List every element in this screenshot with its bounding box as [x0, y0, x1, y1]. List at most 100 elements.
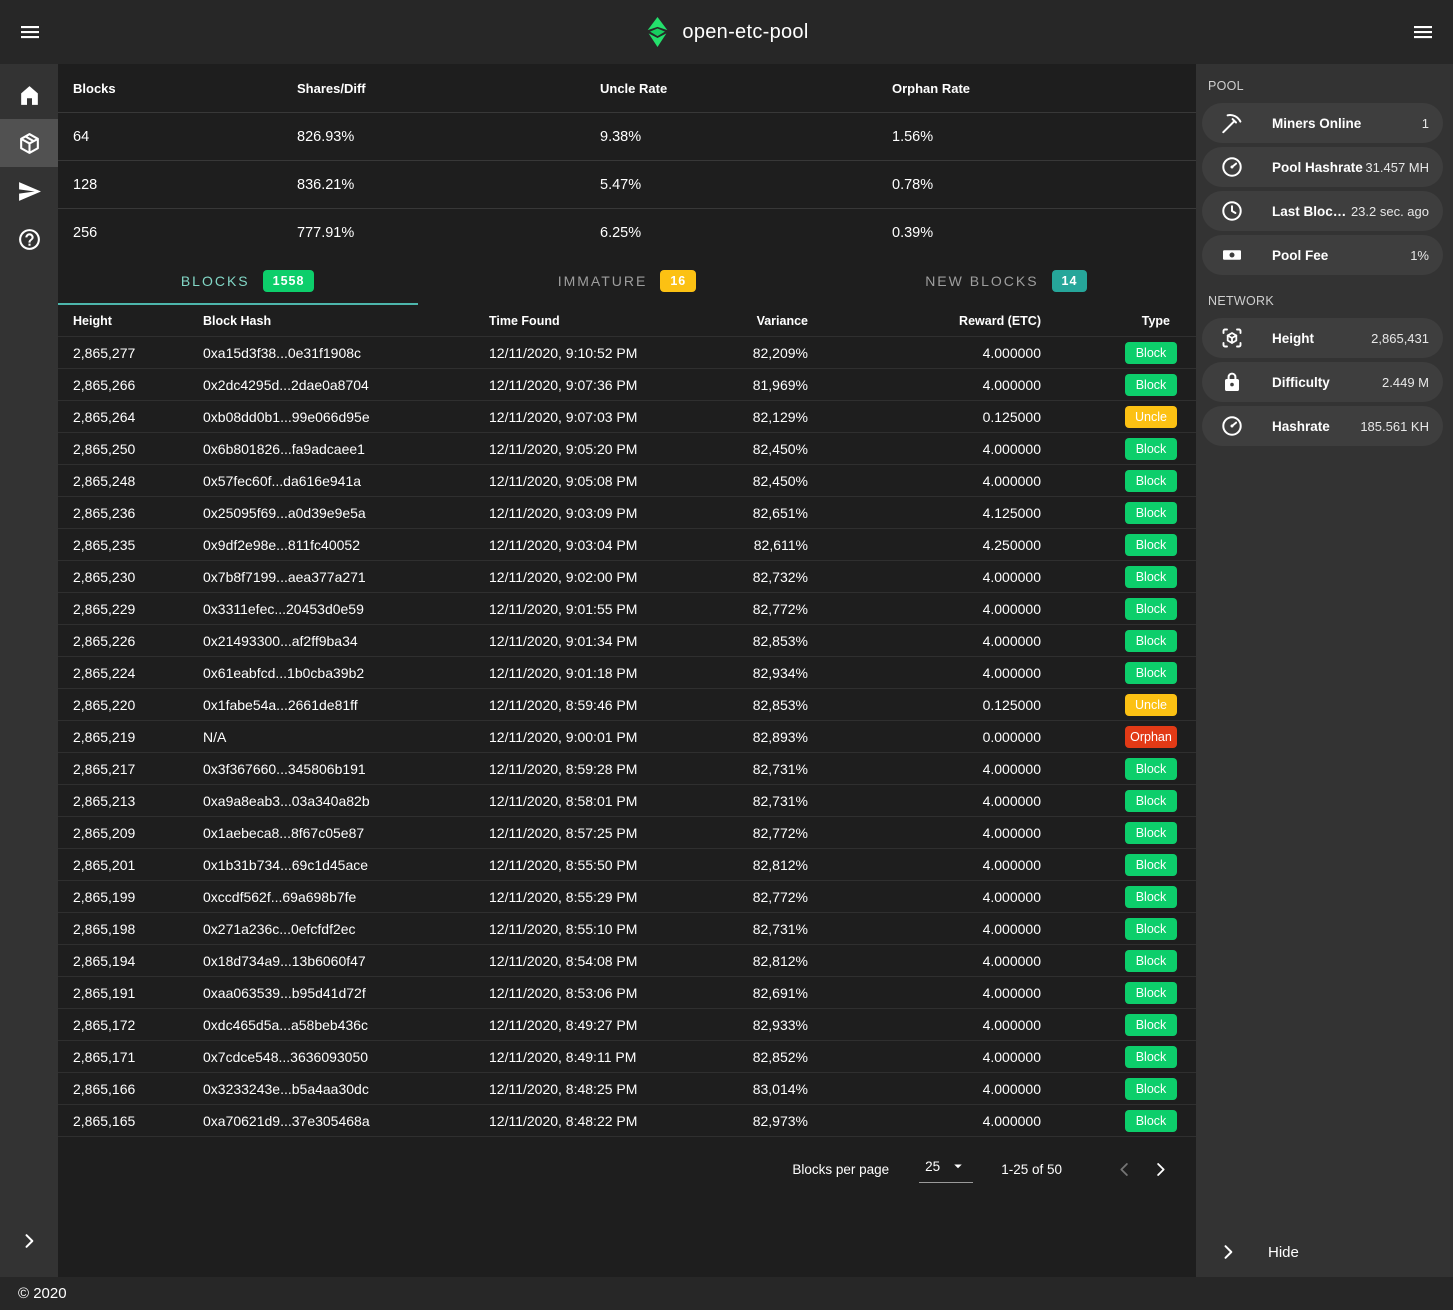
- cell-variance: 82,129%: [698, 409, 808, 425]
- block-table-row: 2,865,2010x1b31b734...69c1d45ace12/11/20…: [58, 848, 1196, 880]
- blocks-table-body: 2,865,2770xa15d3f38...0e31f1908c12/11/20…: [58, 336, 1196, 1137]
- hide-label: Hide: [1268, 1244, 1299, 1261]
- cell-time: 12/11/2020, 8:53:06 PM: [489, 985, 698, 1001]
- hide-drawer-button[interactable]: Hide: [1196, 1227, 1453, 1277]
- block-table-row: 2,865,2130xa9a8eab3...03a340a82b12/11/20…: [58, 784, 1196, 816]
- cell-type: Block: [1041, 566, 1196, 588]
- per-page-value: 25: [925, 1159, 940, 1174]
- menu-icon[interactable]: [10, 12, 50, 52]
- cell-variance: 82,772%: [698, 889, 808, 905]
- cell-time: 12/11/2020, 8:58:01 PM: [489, 793, 698, 809]
- cell-hash: 0x61eabfcd...1b0cba39b2: [203, 665, 489, 681]
- stat-label: Last Block Fo…: [1272, 204, 1351, 219]
- stat-label: Miners Online: [1272, 116, 1361, 131]
- clock-icon: [1220, 199, 1244, 223]
- cell-variance: 82,853%: [698, 697, 808, 713]
- block-table-row: 2,865,1990xccdf562f...69a698b7fe12/11/20…: [58, 880, 1196, 912]
- col-header-blocks: Blocks: [58, 81, 282, 96]
- type-badge: Block: [1125, 1014, 1177, 1036]
- cell-type: Block: [1041, 1046, 1196, 1068]
- cell-blocks: 256: [58, 225, 282, 241]
- tab-blocks[interactable]: BLOCKS1558: [58, 257, 437, 305]
- cell-height: 2,865,236: [58, 505, 203, 521]
- cube-scan-icon: [1220, 326, 1244, 350]
- col-header-reward: Reward (ETC): [808, 314, 1041, 328]
- type-badge: Uncle: [1125, 406, 1177, 428]
- cell-time: 12/11/2020, 9:07:03 PM: [489, 409, 698, 425]
- cell-reward: 4.000000: [808, 345, 1041, 361]
- block-table-row: 2,865,1940x18d734a9...13b6060f4712/11/20…: [58, 944, 1196, 976]
- type-badge: Block: [1125, 630, 1177, 652]
- cell-reward: 4.000000: [808, 889, 1041, 905]
- block-table-row: 2,865,2660x2dc4295d...2dae0a870412/11/20…: [58, 368, 1196, 400]
- cell-time: 12/11/2020, 8:55:10 PM: [489, 921, 698, 937]
- cell-type: Block: [1041, 470, 1196, 492]
- cell-variance: 83,014%: [698, 1081, 808, 1097]
- cell-variance: 82,812%: [698, 953, 808, 969]
- block-table-row: 2,865,2170x3f367660...345806b19112/11/20…: [58, 752, 1196, 784]
- cell-variance: 82,450%: [698, 441, 808, 457]
- cell-reward: 4.000000: [808, 569, 1041, 585]
- cell-reward: 4.000000: [808, 1081, 1041, 1097]
- cell-uncle_rate: 9.38%: [585, 129, 877, 145]
- cell-hash: 0x57fec60f...da616e941a: [203, 473, 489, 489]
- lock-icon: [1220, 370, 1244, 394]
- cell-variance: 82,651%: [698, 505, 808, 521]
- cell-variance: 82,772%: [698, 825, 808, 841]
- cell-type: Block: [1041, 758, 1196, 780]
- cell-time: 12/11/2020, 9:05:20 PM: [489, 441, 698, 457]
- cell-variance: 81,969%: [698, 377, 808, 393]
- cell-reward: 4.000000: [808, 825, 1041, 841]
- sidebar-item-home[interactable]: [0, 71, 58, 119]
- cell-height: 2,865,264: [58, 409, 203, 425]
- cell-height: 2,865,191: [58, 985, 203, 1001]
- cell-height: 2,865,248: [58, 473, 203, 489]
- cell-reward: 4.000000: [808, 665, 1041, 681]
- cell-variance: 82,209%: [698, 345, 808, 361]
- type-badge: Block: [1125, 470, 1177, 492]
- tab-immature[interactable]: IMMATURE16: [437, 257, 816, 305]
- pool-items: Miners Online1Pool Hashrate31.457 MHLast…: [1196, 103, 1453, 275]
- type-badge: Block: [1125, 502, 1177, 524]
- cell-blocks: 128: [58, 177, 282, 193]
- tab-new-blocks[interactable]: NEW BLOCKS14: [817, 257, 1196, 305]
- cell-time: 12/11/2020, 9:10:52 PM: [489, 345, 698, 361]
- previous-page-chevron-icon[interactable]: [1106, 1151, 1142, 1187]
- caret-down-icon: [949, 1157, 967, 1175]
- cell-variance: 82,973%: [698, 1113, 808, 1129]
- tabs-container: BLOCKS1558IMMATURE16NEW BLOCKS14: [58, 257, 1196, 305]
- cell-time: 12/11/2020, 8:55:50 PM: [489, 857, 698, 873]
- cell-time: 12/11/2020, 8:49:27 PM: [489, 1017, 698, 1033]
- next-page-chevron-icon[interactable]: [1142, 1151, 1178, 1187]
- sidebar-item-payments[interactable]: [0, 167, 58, 215]
- block-table-row: 2,865,2090x1aebeca8...8f67c05e8712/11/20…: [58, 816, 1196, 848]
- cell-variance: 82,772%: [698, 601, 808, 617]
- type-badge: Orphan: [1125, 726, 1177, 748]
- type-badge: Uncle: [1125, 694, 1177, 716]
- cell-hash: 0x3233243e...b5a4aa30dc: [203, 1081, 489, 1097]
- cell-time: 12/11/2020, 9:07:36 PM: [489, 377, 698, 393]
- cell-variance: 82,611%: [698, 537, 808, 553]
- cell-hash: 0x7b8f7199...aea377a271: [203, 569, 489, 585]
- cell-type: Block: [1041, 534, 1196, 556]
- per-page-select[interactable]: 25: [919, 1155, 973, 1183]
- cell-type: Block: [1041, 854, 1196, 876]
- sidebar-item-help[interactable]: [0, 215, 58, 263]
- luck-stats-body: 64826.93%9.38%1.56%128836.21%5.47%0.78%2…: [58, 112, 1196, 256]
- col-header-height: Height: [58, 314, 203, 328]
- block-table-row: 2,865,2300x7b8f7199...aea377a27112/11/20…: [58, 560, 1196, 592]
- pool-section-title: POOL: [1196, 64, 1453, 103]
- etc-logo-icon: [644, 17, 671, 47]
- right-menu-icon[interactable]: [1403, 12, 1443, 52]
- luck-stats-table: Blocks Shares/Diff Uncle Rate Orphan Rat…: [58, 64, 1196, 256]
- tab-label: NEW BLOCKS: [925, 273, 1038, 289]
- chevron-right-icon: [1218, 1242, 1238, 1262]
- cell-hash: 0xa70621d9...37e305468a: [203, 1113, 489, 1129]
- sidebar-item-blocks[interactable]: [0, 119, 58, 167]
- cell-height: 2,865,224: [58, 665, 203, 681]
- block-table-row: 2,865,2770xa15d3f38...0e31f1908c12/11/20…: [58, 336, 1196, 368]
- cell-hash: 0xa15d3f38...0e31f1908c: [203, 345, 489, 361]
- cell-hash: 0xccdf562f...69a698b7fe: [203, 889, 489, 905]
- cell-time: 12/11/2020, 8:57:25 PM: [489, 825, 698, 841]
- rail-expand-chevron-icon[interactable]: [0, 1217, 58, 1265]
